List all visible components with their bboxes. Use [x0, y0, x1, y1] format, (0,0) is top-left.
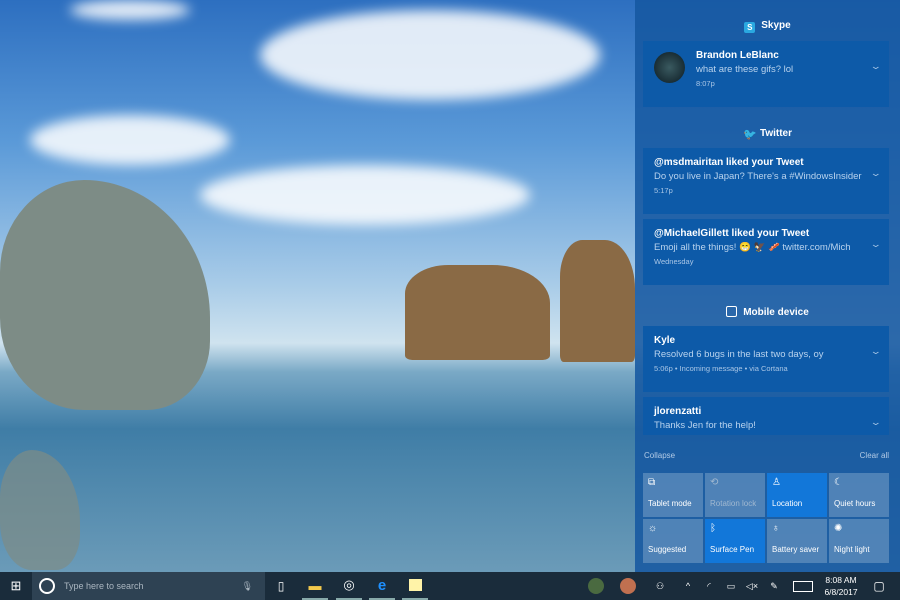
action-center: S Skype Brandon LeBlanc what are these gi… [635, 0, 900, 572]
windows-ink-button[interactable]: ✎ [765, 572, 783, 600]
chevron-up-icon: ^ [685, 581, 691, 591]
cloud [30, 115, 230, 165]
group-header-skype: S Skype [635, 20, 900, 33]
edge-button[interactable]: e [369, 572, 395, 600]
group-header-twitter: 🐦 Twitter [742, 128, 793, 141]
notification-card[interactable]: Kyle Resolved 6 bugs in the last two day… [643, 326, 889, 392]
dinosaur-reflection [0, 450, 80, 570]
quick-action-tablet-mode[interactable]: ⧉ Tablet mode [643, 473, 703, 517]
chevron-down-icon[interactable]: ⌄ [870, 239, 882, 250]
people-button[interactable]: ⚇ [651, 572, 669, 600]
sticky-notes-icon [408, 579, 422, 591]
battery-button[interactable]: ▭ [722, 572, 740, 600]
contact-avatar[interactable] [586, 572, 606, 600]
folder-icon: ▬ [308, 577, 322, 593]
wifi-icon: ◜ [707, 580, 711, 591]
avatar [620, 578, 636, 594]
twitter-bird-icon: 🐦 [742, 129, 757, 141]
groove-music-button[interactable]: ◎ [336, 572, 362, 600]
night-light-icon: ✺ [834, 523, 843, 534]
group-header-mobile-device: Mobile device [635, 306, 900, 318]
dinosaur-graphic [0, 180, 210, 410]
skype-icon: S [744, 22, 756, 33]
sticky-notes-button[interactable] [402, 572, 428, 600]
cloud [200, 165, 530, 225]
chevron-down-icon[interactable]: ⌄ [870, 417, 882, 428]
microphone-icon[interactable]: 🎙 [242, 581, 253, 592]
collapse-link[interactable]: Collapse [644, 451, 675, 460]
file-explorer-button[interactable]: ▬ [302, 572, 328, 600]
notification-icon: ▢ [873, 579, 885, 593]
battery-icon: ▭ [726, 580, 736, 591]
chevron-down-icon[interactable]: ⌄ [870, 168, 882, 179]
rotation-lock-icon: ⟲ [710, 477, 719, 488]
bluetooth-icon: ᛒ [710, 523, 716, 534]
quick-action-quiet-hours[interactable]: ☾ Quiet hours [829, 473, 889, 517]
taskbar: ⊞ Type here to search 🎙 ▯ ▬ ◎ e ⚇ ^ ◜ ▭ … [0, 572, 900, 600]
windows-logo-icon: ⊞ [10, 578, 22, 593]
quick-action-location[interactable]: ♙ Location [767, 473, 827, 517]
quick-action-surface-pen[interactable]: ᛒ Surface Pen [705, 519, 765, 563]
pen-icon: ✎ [770, 580, 778, 591]
chevron-down-icon[interactable]: ⌄ [870, 61, 882, 72]
cloud [70, 0, 190, 20]
location-icon: ♙ [772, 477, 781, 488]
moon-icon: ☾ [834, 477, 843, 488]
edge-icon: e [377, 576, 387, 594]
groove-music-icon: ◎ [343, 577, 355, 592]
avatar [654, 52, 685, 83]
quick-action-night-light[interactable]: ✺ Night light [829, 519, 889, 563]
volume-button[interactable]: ◁× [743, 572, 761, 600]
keyboard-icon [793, 580, 813, 592]
start-button[interactable]: ⊞ [0, 572, 32, 600]
cloud [260, 10, 600, 100]
notification-card[interactable]: Brandon LeBlanc what are these gifs? lol… [643, 41, 889, 107]
battery-saver-icon: ♁ [772, 523, 780, 534]
people-icon: ⚇ [655, 580, 665, 591]
action-center-button[interactable]: ▢ [868, 572, 890, 600]
avatar [588, 578, 604, 594]
search-box[interactable]: Type here to search 🎙 [32, 572, 265, 600]
tablet-mode-icon: ⧉ [648, 477, 656, 488]
chevron-down-icon[interactable]: ⌄ [870, 346, 882, 357]
notification-card[interactable]: @MichaelGillett liked your Tweet Emoji a… [643, 219, 889, 285]
rock-formation [405, 265, 550, 360]
phone-device-icon [726, 306, 738, 317]
quick-action-rotation-lock[interactable]: ⟲ Rotation lock [705, 473, 765, 517]
clear-all-link[interactable]: Clear all [860, 451, 889, 460]
network-button[interactable]: ◜ [700, 572, 718, 600]
task-view-icon: ▯ [277, 579, 285, 593]
quick-action-suggested[interactable]: ☼ Suggested [643, 519, 703, 563]
volume-muted-icon: ◁× [745, 580, 759, 591]
notification-card[interactable]: jlorenzatti Thanks Jen for the help! ⌄ [643, 397, 889, 435]
contact-avatar[interactable] [618, 572, 638, 600]
task-view-button[interactable]: ▯ [268, 572, 294, 600]
quick-action-battery-saver[interactable]: ♁ Battery saver [767, 519, 827, 563]
touch-keyboard-button[interactable] [790, 572, 816, 600]
cortana-icon [39, 578, 55, 594]
brightness-icon: ☼ [648, 523, 658, 534]
clock[interactable]: 8:08 AM 6/8/2017 [820, 572, 862, 600]
notification-card[interactable]: @msdmairitan liked your Tweet Do you liv… [643, 148, 889, 214]
show-hidden-icons-button[interactable]: ^ [680, 572, 696, 600]
rock-formation [560, 240, 635, 362]
